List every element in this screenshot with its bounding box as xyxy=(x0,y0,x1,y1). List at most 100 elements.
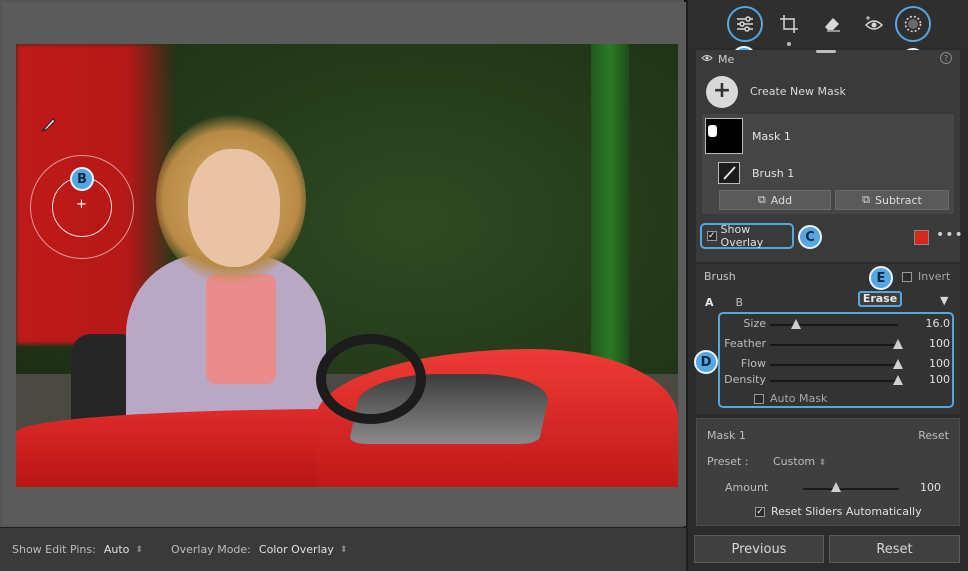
photo-girl-face xyxy=(188,149,280,267)
mask-settings-section: Mask 1 Reset Preset : Custom ⬍ Amount 10… xyxy=(696,418,960,526)
preset-label: Preset : xyxy=(707,455,749,468)
subtract-mask-label: Subtract xyxy=(874,193,922,207)
brush-pointer-icon xyxy=(40,118,56,132)
mask-thumbnail[interactable] xyxy=(705,118,743,154)
panel-grip-handle[interactable] xyxy=(816,50,836,53)
size-slider-knob[interactable] xyxy=(790,319,801,329)
brush-tab-b[interactable]: B xyxy=(736,296,744,309)
amount-label: Amount xyxy=(725,481,769,494)
overlay-mode-label: Overlay Mode: xyxy=(170,543,251,556)
brush-component-icon[interactable] xyxy=(718,162,740,184)
preset-select[interactable]: Custom ⬍ xyxy=(773,455,826,468)
density-slider-label: Density xyxy=(724,373,766,386)
feather-slider-label: Feather xyxy=(724,337,766,350)
invert-label: Invert xyxy=(918,270,951,283)
feather-slider-knob[interactable] xyxy=(893,339,903,349)
brush-component-label[interactable]: Brush 1 xyxy=(752,167,794,180)
create-new-mask-label[interactable]: Create New Mask xyxy=(750,85,846,98)
brush-tabs: AB xyxy=(705,296,743,309)
flow-slider-label: Flow xyxy=(740,357,766,370)
brush-sliders-group: Size 16.0 Feather 100 Flow 100 Density 1… xyxy=(718,312,954,408)
amount-value[interactable]: 100 xyxy=(920,481,941,494)
invert-checkbox[interactable]: Invert xyxy=(902,270,950,283)
brush-section-title: Brush xyxy=(704,270,736,283)
overlay-color-swatch[interactable] xyxy=(914,230,929,245)
flow-slider-knob[interactable] xyxy=(893,359,903,369)
density-slider-knob[interactable] xyxy=(893,375,903,385)
photo-canvas[interactable] xyxy=(16,44,678,487)
canvas-area: + B Show Edit Pins: Auto ⬍ Overlay Mode:… xyxy=(0,0,686,571)
more-options-icon[interactable]: ••• xyxy=(936,227,964,243)
mask-reset-button[interactable]: Reset xyxy=(918,429,949,442)
canvas-toolbar: Show Edit Pins: Auto ⬍ Overlay Mode: Col… xyxy=(0,527,686,571)
photo-steering-wheel xyxy=(316,334,426,424)
preset-value: Custom xyxy=(773,455,816,468)
callout-e: E xyxy=(869,266,893,290)
auto-mask-label: Auto Mask xyxy=(770,392,828,405)
flow-slider-row: Flow 100 xyxy=(720,356,956,372)
photo-girl-top xyxy=(206,274,276,384)
eye-icon[interactable] xyxy=(701,52,713,64)
auto-mask-checkbox[interactable]: Auto Mask xyxy=(754,392,827,405)
add-mask-label: Add xyxy=(770,193,793,207)
eraser-icon[interactable] xyxy=(819,11,845,37)
density-slider-value[interactable]: 100 xyxy=(929,373,950,386)
brush-tab-a[interactable]: A xyxy=(705,296,714,309)
size-slider-track[interactable] xyxy=(770,324,898,326)
density-slider-track[interactable] xyxy=(770,380,898,382)
show-overlay-checkbox[interactable]: ✓ Show Overlay xyxy=(700,223,794,249)
overlay-mode-select[interactable]: Color Overlay xyxy=(259,543,334,556)
show-overlay-label: Show Overlay xyxy=(720,223,764,249)
mask-item-label[interactable]: Mask 1 xyxy=(752,130,791,143)
add-mask-icon: ⧉ xyxy=(757,193,766,206)
subtract-mask-icon: ⧉ xyxy=(862,193,870,206)
callout-b: B xyxy=(70,167,94,191)
callout-c: C xyxy=(798,225,822,249)
canvas-frame xyxy=(2,2,686,526)
overlay-row: ✓ Show Overlay ••• xyxy=(696,220,963,254)
edit-pins-chevron-icon[interactable]: ⬍ xyxy=(135,545,143,555)
masks-section: + Create New Mask Mask 1 Brush 1 ⧉ Add ⧉… xyxy=(696,68,963,262)
collapse-triangle-icon[interactable]: ▼ xyxy=(940,294,948,307)
density-slider-row: Density 100 xyxy=(720,372,956,388)
crop-icon[interactable] xyxy=(776,11,802,37)
auto-mask-check-icon xyxy=(754,393,764,404)
photo-green-pole xyxy=(591,44,629,404)
add-mask-button[interactable]: ⧉ Add xyxy=(719,190,831,210)
erase-brush-tab[interactable]: Erase xyxy=(858,291,902,307)
masking-tool-highlight xyxy=(895,6,931,42)
reset-sliders-check-icon: ✓ xyxy=(755,506,765,517)
red-eye-icon[interactable] xyxy=(861,11,887,37)
right-panel: F A Me ? + Create New Mask Mask 1 Brush … xyxy=(688,0,968,571)
flow-slider-value[interactable]: 100 xyxy=(929,357,950,370)
size-slider-value[interactable]: 16.0 xyxy=(926,317,951,330)
overlay-mode-chevron-icon[interactable]: ⬍ xyxy=(340,545,348,555)
reset-button[interactable]: Reset xyxy=(829,535,960,563)
brush-section: Brush Invert AB Erase ▼ Size 16.0 Feathe… xyxy=(696,264,960,414)
amount-slider-track[interactable] xyxy=(803,488,899,490)
amount-slider-knob[interactable] xyxy=(831,482,841,492)
subtract-mask-button[interactable]: ⧉ Subtract xyxy=(835,190,949,210)
edit-tool-highlight xyxy=(727,6,763,42)
feather-slider-value[interactable]: 100 xyxy=(929,337,950,350)
help-icon[interactable]: ? xyxy=(940,52,952,64)
masks-header-label: Me xyxy=(718,52,735,66)
edit-pins-label: Show Edit Pins: xyxy=(12,543,96,556)
size-slider-label: Size xyxy=(743,317,766,330)
create-new-mask-button[interactable]: + xyxy=(706,76,738,108)
show-overlay-check-icon: ✓ xyxy=(707,231,717,241)
size-slider-row: Size 16.0 xyxy=(720,316,956,332)
mask-settings-title: Mask 1 xyxy=(707,429,746,442)
tool-strip xyxy=(688,0,968,48)
previous-button[interactable]: Previous xyxy=(694,535,824,563)
callout-d: D xyxy=(694,350,718,374)
masking-icon[interactable] xyxy=(895,6,931,42)
panel-footer: Previous Reset xyxy=(688,528,968,571)
edit-pins-select[interactable]: Auto xyxy=(104,543,130,556)
edit-sliders-icon[interactable] xyxy=(727,6,763,42)
brush-cursor-center: + xyxy=(76,197,87,212)
feather-slider-track[interactable] xyxy=(770,344,898,346)
reset-sliders-label: Reset Sliders Automatically xyxy=(771,505,922,518)
reset-sliders-checkbox[interactable]: ✓ Reset Sliders Automatically xyxy=(755,505,922,518)
flow-slider-track[interactable] xyxy=(770,364,898,366)
